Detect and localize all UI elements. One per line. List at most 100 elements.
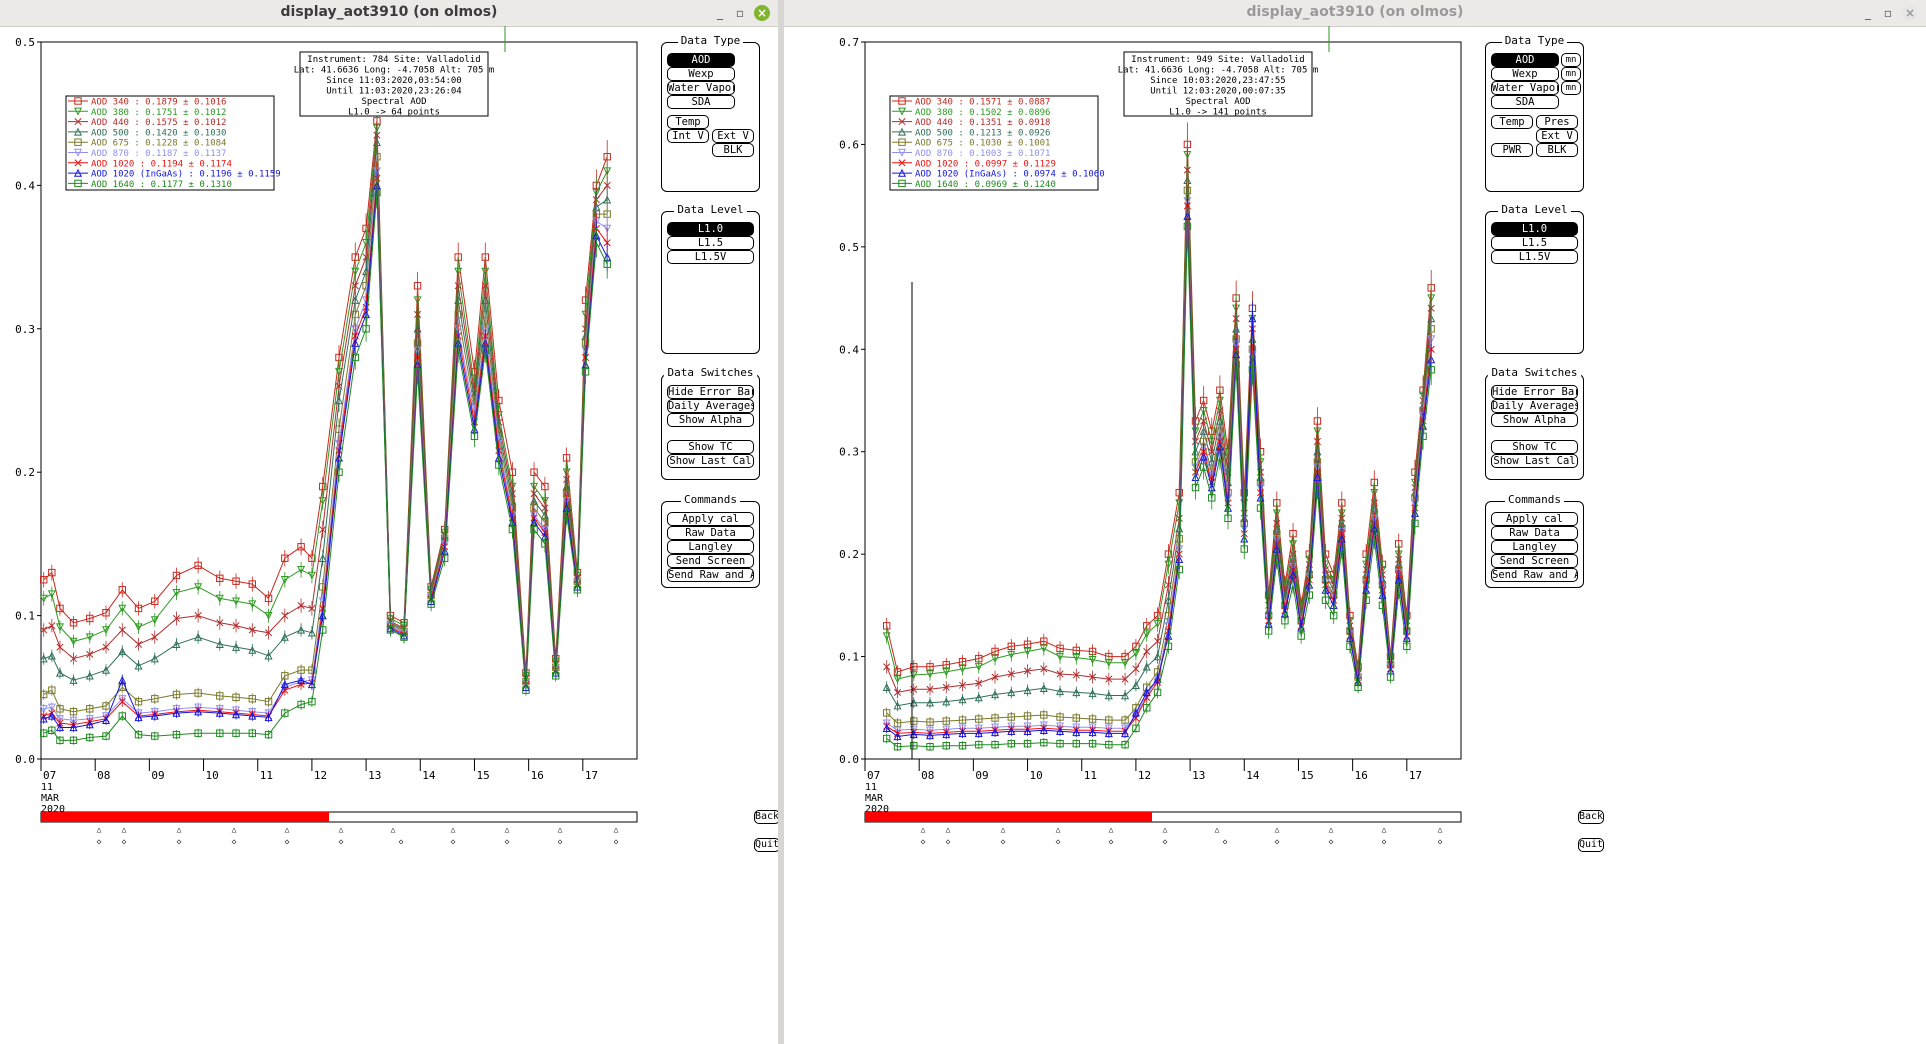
- legend-entry: AOD 1020 (InGaAs) : 0.1196 ± 0.1159: [91, 170, 281, 180]
- command-button[interactable]: Send Raw and AOD: [1491, 568, 1578, 582]
- info-line: Until 11:03:2020,23:26:04: [326, 87, 461, 97]
- panel-title-text: Commands: [681, 493, 740, 506]
- x-tick-label: 07: [43, 769, 56, 782]
- diamond-marker: ◇: [177, 837, 182, 846]
- data-switches-panel: Data Switches Hide Error Bars Daily Averag…: [1485, 366, 1584, 480]
- panel-title-text: Data Level: [674, 203, 747, 216]
- x-tick-label: 08: [97, 769, 110, 782]
- panel-title: Data Switches: [1486, 366, 1583, 379]
- info-line: L1.0 -> 64 points: [348, 108, 440, 118]
- data-type-button[interactable]: Wexp: [1491, 67, 1559, 81]
- data-level-button[interactable]: L1.5: [1491, 236, 1578, 250]
- x-tick-label: 17: [585, 769, 598, 782]
- data-type-button[interactable]: SDA: [667, 95, 735, 109]
- info-line: Since 11:03:2020,03:54:00: [326, 76, 461, 86]
- panel-title-text: Data Type: [677, 34, 744, 47]
- x-tick-label: 13: [368, 769, 381, 782]
- info-box: Instrument: 784 Site: ValladolidLat: 41.…: [294, 51, 494, 118]
- command-button[interactable]: Langley: [667, 540, 754, 554]
- command-button[interactable]: Raw Data: [667, 526, 754, 540]
- int-v-button[interactable]: Int V: [667, 129, 709, 143]
- command-button[interactable]: Send Screen: [1491, 554, 1578, 568]
- data-type-button[interactable]: AOD: [667, 53, 735, 67]
- data-type-button[interactable]: Water Vapor: [1491, 81, 1559, 95]
- panel-title: Data Type: [1486, 34, 1583, 47]
- data-level-button[interactable]: L1.5: [667, 236, 754, 250]
- left-aot-window: display_aot3910 (on olmos) _ ▫ × 0.5 0.4 0…: [0, 0, 778, 1044]
- triangle-marker: △: [614, 825, 619, 834]
- legend-entry: AOD 1640 : 0.1177 ± 0.1310: [91, 180, 232, 190]
- diamond-marker: ◇: [614, 837, 619, 846]
- panel-title: Commands: [662, 493, 759, 506]
- data-switch-button[interactable]: Show Alpha: [667, 413, 754, 427]
- diamond-marker: ◇: [399, 837, 404, 846]
- command-button[interactable]: Send Raw and AOD: [667, 568, 754, 582]
- data-level-button[interactable]: L1.5V: [1491, 250, 1578, 264]
- panel-title: Data Switches: [662, 366, 759, 379]
- data-type-button[interactable]: Wexp: [667, 67, 735, 81]
- diamond-marker: ◇: [232, 837, 237, 846]
- x-tick-label: 12: [314, 769, 327, 782]
- data-switch-button[interactable]: Show Alpha: [1491, 413, 1578, 427]
- triangle-marker: △: [232, 825, 237, 834]
- diamond-marker: ◇: [558, 837, 563, 846]
- pres-button[interactable]: Pres: [1536, 115, 1578, 129]
- data-switch-button[interactable]: Show Last Cal: [667, 454, 754, 468]
- back-button[interactable]: Back: [754, 810, 778, 824]
- command-button[interactable]: Send Screen: [667, 554, 754, 568]
- data-switches-panel: Data Switches Hide Error Bars Daily Averag…: [661, 366, 760, 480]
- panel-title-text: Data Level: [1498, 203, 1571, 216]
- x-tick-label: 11: [260, 769, 273, 782]
- back-button[interactable]: Back: [1578, 810, 1604, 824]
- mn-toggle[interactable]: mn: [1561, 81, 1581, 95]
- data-level-button[interactable]: L1.0: [667, 222, 754, 236]
- data-switch-button[interactable]: Show TC: [667, 440, 754, 454]
- quit-button[interactable]: Quit: [1578, 838, 1604, 852]
- data-switch-button[interactable]: Show Last Cal: [1491, 454, 1578, 468]
- temp-button[interactable]: Temp: [667, 115, 709, 129]
- quit-button[interactable]: Quit: [754, 838, 778, 852]
- temp-button[interactable]: Temp: [1491, 115, 1533, 129]
- data-level-panel: Data Level L1.0 L1.5 L1.5V: [1485, 203, 1584, 354]
- y-tick-label: 0.2: [15, 466, 35, 479]
- panel-title-text: Data Switches: [664, 366, 757, 379]
- legend-entry: AOD 675 : 0.1228 ± 0.1084: [91, 139, 226, 149]
- command-button[interactable]: Langley: [1491, 540, 1578, 554]
- triangle-marker: △: [558, 825, 563, 834]
- legend-entry: AOD 870 : 0.1187 ± 0.1137: [91, 149, 226, 159]
- y-tick-label: 0.3: [15, 323, 35, 336]
- command-button[interactable]: Raw Data: [1491, 526, 1578, 540]
- legend-entry: AOD 440 : 0.1575 ± 0.1012: [91, 118, 226, 128]
- blk-button[interactable]: BLK: [712, 143, 754, 157]
- data-level-button[interactable]: L1.5V: [667, 250, 754, 264]
- y-tick-label: 0.0: [15, 753, 35, 766]
- legend-entry: AOD 500 : 0.1420 ± 0.1030: [91, 128, 226, 138]
- command-button[interactable]: Apply cal: [667, 512, 754, 526]
- command-button[interactable]: Apply cal: [1491, 512, 1578, 526]
- blk-button[interactable]: BLK: [1536, 143, 1578, 157]
- data-type-button[interactable]: SDA: [1491, 95, 1559, 109]
- ext-v-button[interactable]: Ext V: [712, 129, 754, 143]
- data-switch-button[interactable]: Hide Error Bars: [1491, 385, 1578, 399]
- info-line: Lat: 41.6636 Long: -4.7058 Alt: 705 m: [294, 66, 494, 76]
- data-type-button[interactable]: Water Vapor: [667, 81, 735, 95]
- right-aot-window: display_aot3910 (on olmos) _ ▫ × 0.7 0.6 0…: [784, 0, 1926, 1044]
- data-switch-button[interactable]: Hide Error Bars: [667, 385, 754, 399]
- data-switch-button[interactable]: Daily Averages: [667, 399, 754, 413]
- info-line: Spectral AOD: [361, 97, 426, 107]
- data-switch-button[interactable]: Show TC: [1491, 440, 1578, 454]
- y-tick-label: 0.4: [15, 179, 35, 192]
- pwr-button[interactable]: PWR: [1491, 143, 1533, 157]
- data-switch-button[interactable]: Daily Averages: [1491, 399, 1578, 413]
- info-line: Instrument: 784 Site: Valladolid: [307, 55, 480, 65]
- diamond-marker: ◇: [122, 837, 127, 846]
- diamond-marker: ◇: [339, 837, 344, 846]
- triangle-marker: △: [285, 825, 290, 834]
- data-type-button[interactable]: AOD: [1491, 53, 1559, 67]
- data-level-button[interactable]: L1.0: [1491, 222, 1578, 236]
- ext-v-button[interactable]: Ext V: [1536, 129, 1578, 143]
- triangle-marker: △: [177, 825, 182, 834]
- y-tick-label: 0.5: [15, 36, 35, 49]
- mn-toggle[interactable]: mn: [1561, 53, 1581, 67]
- mn-toggle[interactable]: mn: [1561, 67, 1581, 81]
